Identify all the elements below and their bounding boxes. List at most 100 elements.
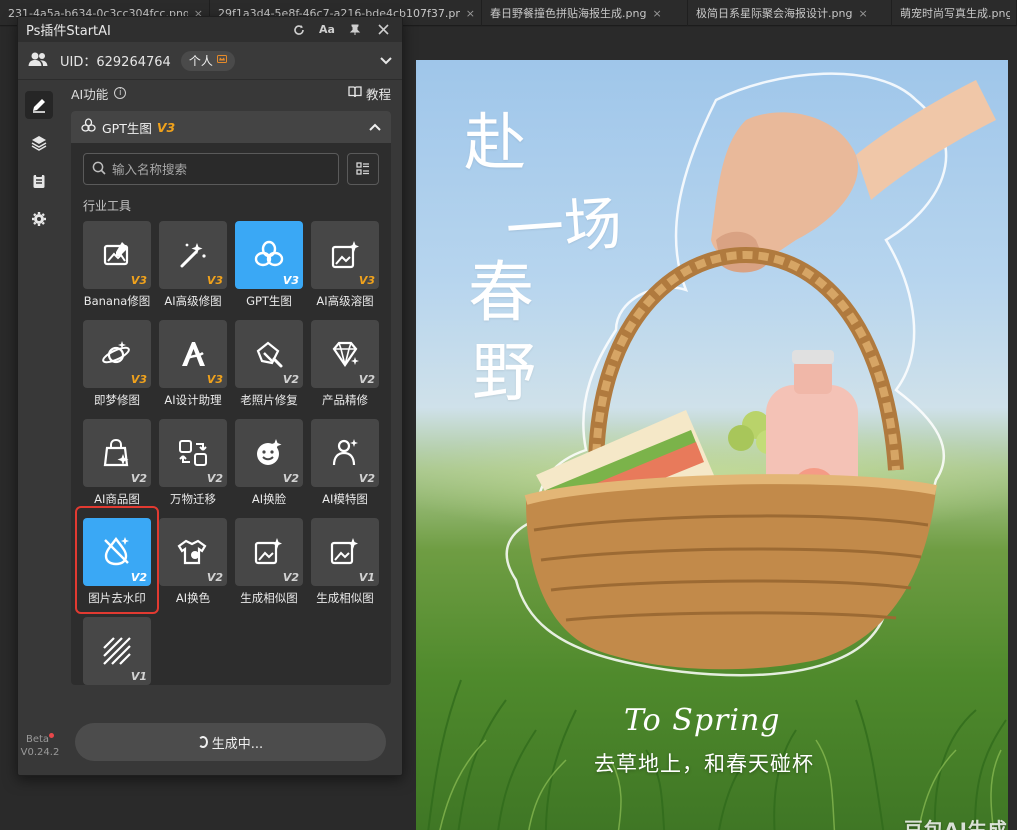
document-tab[interactable]: 春日野餐撞色拼贴海报生成.png ×	[482, 0, 688, 26]
shopping-bag-icon	[103, 438, 129, 467]
pencil-icon	[33, 99, 45, 113]
tab-close-icon[interactable]: ×	[858, 7, 867, 20]
info-icon[interactable]: i	[114, 87, 127, 99]
version-info: Beta V0.24.2	[20, 733, 60, 759]
tool-item[interactable]: V2 AI换脸	[235, 419, 303, 518]
tool-item[interactable]: V3 GPT生图	[235, 221, 303, 320]
face-icon	[257, 439, 282, 465]
tool-label: 生成相似图	[316, 591, 374, 605]
group-version: V3	[156, 119, 176, 135]
sidebar-item-ai-tools[interactable]	[25, 91, 53, 119]
tool-version-badge: V1	[130, 670, 147, 683]
gpt-knot-icon	[81, 118, 96, 136]
tool-tile[interactable]: V3	[83, 320, 151, 388]
tutorial-link[interactable]: 教程	[348, 84, 391, 103]
model-person-icon	[332, 439, 358, 466]
chevron-down-icon[interactable]	[380, 54, 392, 68]
tool-tile[interactable]: V2	[83, 419, 151, 487]
search-input[interactable]	[112, 161, 330, 177]
crown-icon	[216, 55, 227, 66]
tab-close-icon[interactable]: ×	[466, 7, 475, 20]
chevron-up-icon[interactable]	[369, 120, 381, 135]
tool-tile[interactable]: V2	[159, 518, 227, 586]
tool-version-badge: V2	[282, 373, 299, 386]
tool-item[interactable]: V1 生成相似图	[311, 518, 379, 617]
tool-tile[interactable]: V1	[311, 518, 379, 586]
sidebar-item-layers[interactable]	[25, 129, 53, 157]
tool-tile[interactable]: V2	[311, 419, 379, 487]
refresh-icon[interactable]	[288, 19, 310, 41]
close-icon[interactable]	[372, 19, 394, 41]
tool-version-badge: V1	[358, 571, 375, 584]
tool-label: AI高级溶图	[316, 294, 374, 308]
tool-tile[interactable]: V3	[311, 221, 379, 289]
tool-label: AI换脸	[251, 492, 287, 506]
tool-item[interactable]: V2 AI商品图	[83, 419, 151, 518]
tool-tile[interactable]: V3	[159, 221, 227, 289]
tool-item[interactable]: V1抠图去背景	[83, 617, 151, 685]
tool-item[interactable]: V3 即梦修图	[83, 320, 151, 419]
tool-item[interactable]: V2 产品精修	[311, 320, 379, 419]
list-view-toggle[interactable]	[347, 153, 379, 185]
tool-tile[interactable]: V2	[83, 518, 151, 586]
tool-tile[interactable]: V2	[159, 419, 227, 487]
tool-tile[interactable]: V2	[235, 518, 303, 586]
tool-item[interactable]: V2 老照片修复	[235, 320, 303, 419]
tool-tile[interactable]: V3	[159, 320, 227, 388]
group-header[interactable]: GPT生图 V3	[71, 111, 391, 143]
tool-label: GPT生图	[246, 294, 292, 308]
generate-button[interactable]: 生成中...	[75, 723, 386, 761]
users-icon	[28, 51, 48, 71]
cutout-stripes-icon	[103, 637, 131, 665]
tool-tile[interactable]: V2	[235, 419, 303, 487]
tool-label: 即梦修图	[94, 393, 140, 407]
tool-item[interactable]: V3 AI设计助理	[159, 320, 227, 419]
tool-version-badge: V3	[130, 373, 147, 386]
document-tab[interactable]: 萌宠时尚写真生成.png	[892, 0, 1017, 26]
dream-planet-icon	[102, 341, 130, 364]
panel-titlebar[interactable]: Ps插件StartAI Aa	[18, 17, 402, 42]
startai-plugin-panel: Ps插件StartAI Aa UID：629264764 个人 Beta V0.…	[17, 16, 403, 776]
tool-version-badge: V3	[282, 274, 299, 287]
sidebar-item-tasks[interactable]	[25, 167, 53, 195]
tool-item[interactable]: V3 AI高级修图	[159, 221, 227, 320]
document-tab[interactable]: 极简日系星际聚会海报设计.png ×	[688, 0, 892, 26]
layers-icon	[31, 136, 47, 151]
tool-item[interactable]: V3 AI高级溶图	[311, 221, 379, 320]
tool-label: 老照片修复	[240, 393, 298, 407]
font-size-icon[interactable]: Aa	[316, 19, 338, 41]
tab-close-icon[interactable]: ×	[652, 7, 661, 20]
tool-version-badge: V2	[130, 571, 147, 584]
tool-tile[interactable]: V3	[83, 221, 151, 289]
app-window: 231-4a5a-b634-0c3cc304fcc.png × 29f1a3d4…	[0, 0, 1017, 830]
tool-version-badge: V3	[206, 274, 223, 287]
tool-tile[interactable]: V2	[311, 320, 379, 388]
search-box[interactable]	[83, 153, 339, 185]
poster-canvas[interactable]: 赴 一场 春 野 To Spring 去草地上，和春天碰杯 豆包AI生成	[416, 60, 1008, 830]
tool-tile[interactable]: V3	[235, 221, 303, 289]
tool-item[interactable]: V2 图片去水印	[75, 506, 159, 617]
tool-tile[interactable]: V1	[83, 617, 151, 685]
tool-item[interactable]: V3 Banana修图	[83, 221, 151, 320]
pin-icon[interactable]	[344, 19, 366, 41]
tool-item[interactable]: V2 AI模特图	[311, 419, 379, 518]
sidebar-item-settings[interactable]	[25, 205, 53, 233]
similar-image-icon	[330, 538, 358, 565]
tool-version-badge: V2	[358, 472, 375, 485]
tool-version-badge: V3	[130, 274, 147, 287]
gpt-tool-group: GPT生图 V3 输入名称搜索 行业工具 V3 Banana修图 V3 AI高级…	[71, 111, 391, 685]
recolor-shirt-icon	[177, 539, 207, 565]
tool-item[interactable]: V2 万物迁移	[159, 419, 227, 518]
similar-image-icon	[254, 538, 282, 565]
tool-item[interactable]: V2 生成相似图	[235, 518, 303, 617]
image-edit-icon	[103, 242, 129, 266]
gpt-knot-icon	[254, 240, 284, 267]
poster-title-line: 春	[468, 254, 534, 331]
search-icon	[92, 160, 106, 179]
tab-label: 萌宠时尚写真生成.png	[900, 7, 1010, 20]
panel-sidebar: Beta V0.24.2	[18, 81, 60, 771]
tool-item[interactable]: V2 AI换色	[159, 518, 227, 617]
tool-version-badge: V2	[206, 472, 223, 485]
account-type-badge[interactable]: 个人	[180, 50, 235, 71]
tool-tile[interactable]: V2	[235, 320, 303, 388]
